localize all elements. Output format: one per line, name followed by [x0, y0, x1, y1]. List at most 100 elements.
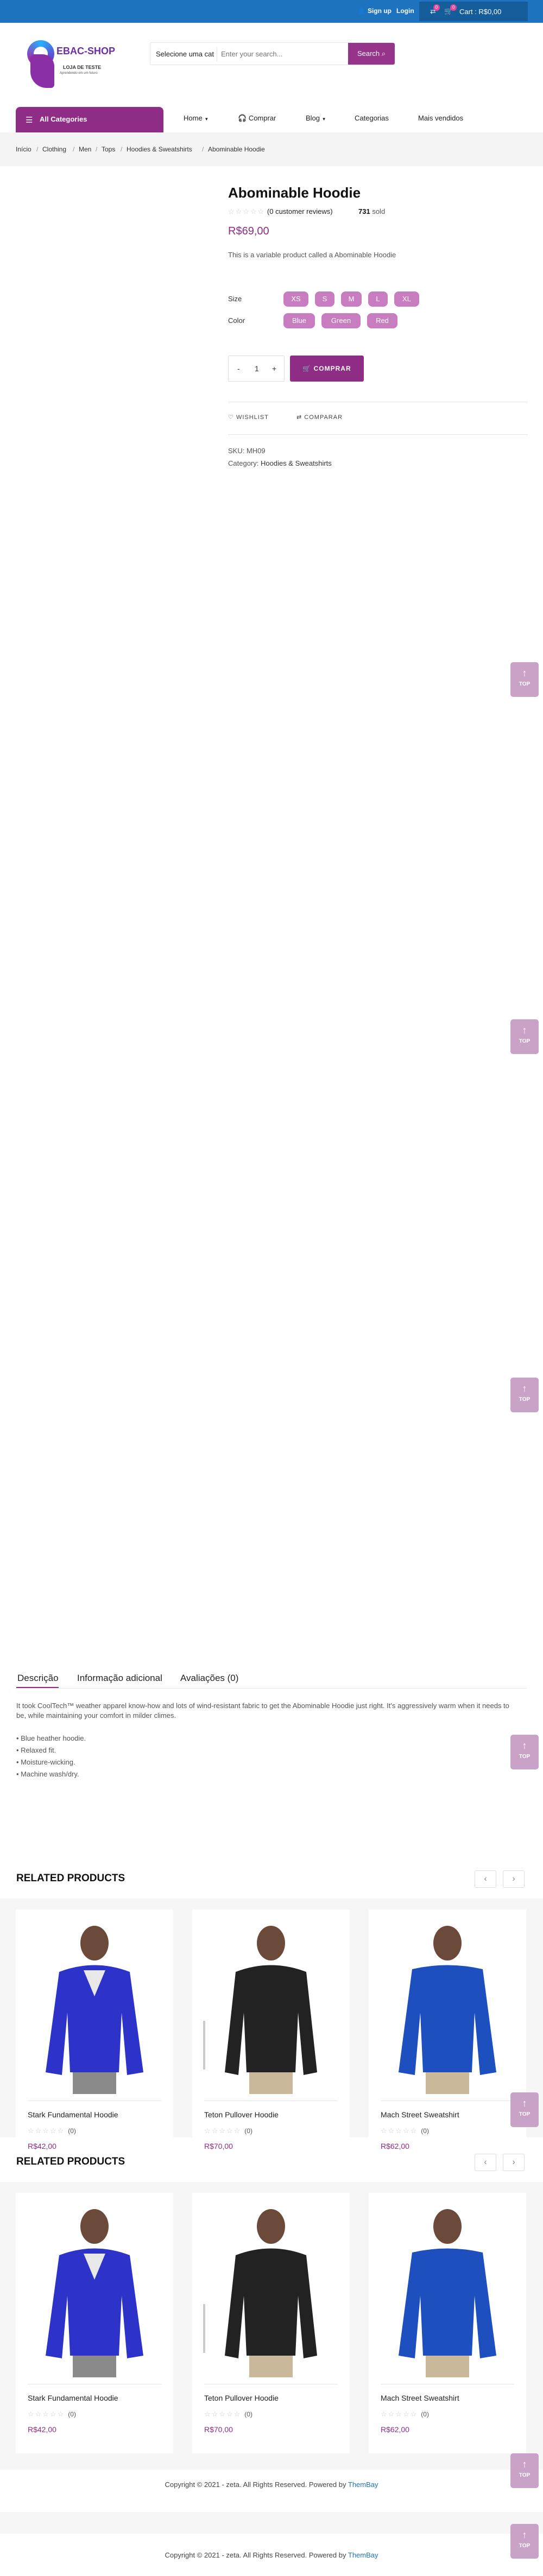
qty-minus-button[interactable]: - [237, 364, 240, 373]
product-rating: ☆☆☆☆☆ (0) [204, 2410, 252, 2419]
product-name[interactable]: Mach Street Sweatshirt [381, 2110, 459, 2119]
color-option-blue[interactable]: Blue [283, 313, 315, 328]
breadcrumb-separator: / [121, 145, 123, 153]
tabs-divider [16, 1688, 527, 1689]
product-name[interactable]: Stark Fundamental Hoodie [28, 2110, 118, 2119]
footer-copyright: Copyright © 2021 - zeta. All Rights Rese… [0, 2480, 543, 2489]
tab-informacao-adicional[interactable]: Informação adicional [77, 1673, 162, 1684]
powered-by-link[interactable]: ThemBay [348, 2551, 378, 2559]
product-price: R$62,00 [381, 2425, 409, 2434]
size-option-xl[interactable]: XL [394, 291, 419, 307]
nav-blog[interactable]: Blog ▼ [306, 114, 326, 122]
qty-input[interactable]: 1 [255, 364, 259, 373]
product-card[interactable]: Stark Fundamental Hoodie ☆☆☆☆☆ (0) R$42,0… [16, 1909, 173, 2170]
scroll-top-label: TOP [519, 1754, 531, 1760]
product-image-mach-sweatshirt [369, 1909, 526, 2094]
logo-figure [30, 54, 54, 88]
qty-plus-button[interactable]: + [272, 364, 276, 373]
search-input[interactable] [221, 46, 330, 61]
login-link[interactable]: Login [396, 7, 414, 15]
quantity-stepper: - 1 + [228, 356, 285, 382]
carousel-next-button[interactable]: › [503, 1870, 525, 1888]
add-to-cart-button[interactable]: 🛒 COMPRAR [290, 356, 364, 382]
tab-avaliacoes[interactable]: Avaliações (0) [180, 1673, 238, 1684]
signup-link[interactable]: 👤 Sign up [357, 7, 392, 15]
all-categories-button[interactable]: ☰ All Categories [16, 107, 163, 132]
color-option-green[interactable]: Green [321, 313, 361, 328]
nav-home[interactable]: Home ▼ [184, 114, 209, 122]
scroll-to-top-button[interactable]: ↑ TOP [510, 1378, 539, 1412]
product-card[interactable]: Teton Pullover Hoodie ☆☆☆☆☆ (0) R$70,00 [192, 2193, 350, 2453]
breadcrumb: Início / Clothing / Men / Tops / Hoodies… [0, 132, 543, 166]
scroll-to-top-button[interactable]: ↑ TOP [510, 1735, 539, 1769]
signup-label: Sign up [367, 7, 392, 15]
breadcrumb-item[interactable]: Clothing [42, 145, 66, 153]
powered-by-link[interactable]: ThemBay [348, 2480, 378, 2489]
breadcrumb-item[interactable]: Men [79, 145, 91, 153]
nav-mais-vendidos[interactable]: Mais vendidos [418, 114, 463, 122]
star-rating-icon: ☆☆☆☆☆ [381, 2410, 418, 2418]
carousel-prev-button[interactable]: ‹ [475, 1870, 496, 1888]
compare-icon[interactable]: ⇄ 0 [430, 4, 440, 16]
sold-number: 731 [358, 207, 370, 215]
review-count: (0) [244, 2127, 252, 2135]
size-option-m[interactable]: M [341, 291, 362, 307]
product-rating[interactable]: ☆☆☆☆☆ (0 customer reviews) [228, 207, 333, 216]
search-button[interactable]: Search ⌕ [348, 43, 395, 65]
star-rating-icon: ☆☆☆☆☆ [204, 2127, 242, 2135]
breadcrumb-current: Abominable Hoodie [208, 145, 265, 153]
wishlist-label: WISHLIST [236, 414, 269, 421]
arrow-up-icon: ↑ [522, 2529, 527, 2540]
search-category-select[interactable]: Selecione uma cat [156, 50, 214, 58]
review-count: (0) [421, 2410, 429, 2418]
product-card[interactable]: Mach Street Sweatshirt ☆☆☆☆☆ (0) R$62,00 [369, 2193, 526, 2453]
color-option-red[interactable]: Red [367, 313, 397, 328]
scroll-to-top-button[interactable]: ↑ TOP [510, 2092, 539, 2127]
nav-blog-label: Blog [306, 114, 320, 122]
product-rating: ☆☆☆☆☆ (0) [204, 2127, 252, 2135]
carousel-prev-button[interactable]: ‹ [475, 2154, 496, 2171]
breadcrumb-separator: / [36, 145, 39, 153]
star-rating-icon: ☆☆☆☆☆ [204, 2410, 242, 2418]
product-name[interactable]: Stark Fundamental Hoodie [28, 2394, 118, 2402]
wishlist-link[interactable]: ♡ WISHLIST [228, 414, 269, 421]
product-card[interactable]: Teton Pullover Hoodie ☆☆☆☆☆ (0) R$70,00 [192, 1909, 350, 2170]
breadcrumb-separator: / [202, 145, 204, 153]
product-name[interactable]: Mach Street Sweatshirt [381, 2394, 459, 2402]
breadcrumb-item[interactable]: Hoodies & Sweatshirts [127, 145, 192, 153]
product-name[interactable]: Teton Pullover Hoodie [204, 2394, 279, 2402]
sku-value: MH09 [246, 447, 266, 455]
scroll-to-top-button[interactable]: ↑ TOP [510, 662, 539, 697]
nav-categorias[interactable]: Categorias [355, 114, 389, 122]
cart-button[interactable]: ⇄ 0 🛒 0 Cart : R$0,00 [419, 2, 528, 21]
product-image-stark-hoodie [16, 1909, 173, 2094]
product-image-mach-sweatshirt [369, 2193, 526, 2377]
product-rating: ☆☆☆☆☆ (0) [28, 2127, 76, 2135]
category-link[interactable]: Hoodies & Sweatshirts [261, 459, 332, 467]
cart-icon[interactable]: 🛒 0 [444, 4, 457, 16]
size-option-s[interactable]: S [315, 291, 334, 307]
product-price: R$70,00 [204, 2142, 233, 2150]
size-option-xs[interactable]: XS [283, 291, 308, 307]
chevron-down-icon: ▼ [321, 117, 326, 122]
product-title: Abominable Hoodie [228, 185, 361, 201]
product-image-stark-hoodie [16, 2193, 173, 2377]
breadcrumb-item[interactable]: Início [16, 145, 31, 153]
carousel-next-button[interactable]: › [503, 2154, 525, 2171]
nav-comprar[interactable]: 🎧 Comprar [238, 114, 276, 123]
size-option-l[interactable]: L [368, 291, 388, 307]
product-card[interactable]: Stark Fundamental Hoodie ☆☆☆☆☆ (0) R$42,0… [16, 2193, 173, 2453]
scroll-to-top-button[interactable]: ↑ TOP [510, 1019, 539, 1054]
breadcrumb-item[interactable]: Tops [102, 145, 115, 153]
review-count: (0) [244, 2410, 252, 2418]
arrow-up-icon: ↑ [522, 1383, 527, 1394]
product-card[interactable]: Mach Street Sweatshirt ☆☆☆☆☆ (0) R$62,00 [369, 1909, 526, 2170]
tab-descricao[interactable]: Descrição [17, 1673, 59, 1684]
product-image-teton-hoodie [192, 2193, 350, 2377]
compare-link[interactable]: ⇄ COMPARAR [296, 414, 343, 421]
divider [228, 434, 528, 435]
product-name[interactable]: Teton Pullover Hoodie [204, 2110, 279, 2119]
arrow-up-icon: ↑ [522, 668, 527, 678]
description-bullet: • Moisture-wicking. [16, 1758, 75, 1766]
cart-count-badge: 0 [450, 4, 457, 11]
